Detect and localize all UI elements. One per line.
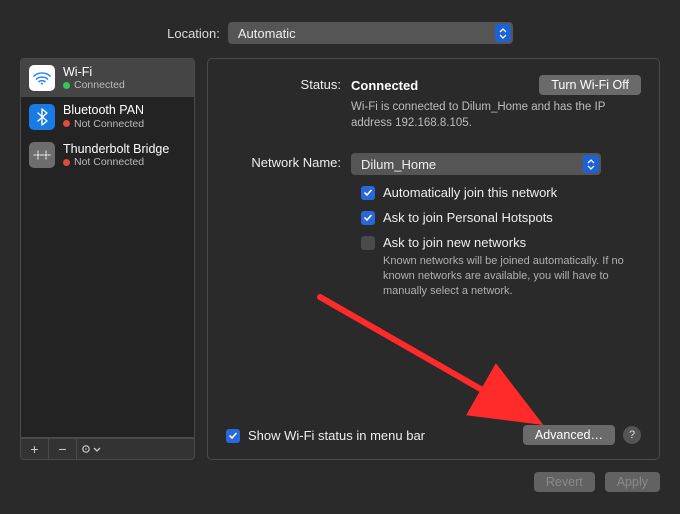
ask-hotspot-label: Ask to join Personal Hotspots	[383, 210, 553, 225]
ask-new-checkbox[interactable]	[361, 236, 375, 250]
interface-item-wifi[interactable]: Wi-Fi Connected	[21, 59, 194, 97]
status-value: Connected	[351, 78, 418, 93]
interface-list: Wi-Fi Connected Bluetooth PAN	[20, 58, 195, 438]
interface-status: Not Connected	[63, 118, 144, 130]
wifi-icon	[29, 65, 55, 91]
bluetooth-icon	[29, 104, 55, 130]
location-label: Location:	[167, 26, 220, 41]
ask-new-sub: Known networks will be joined automatica…	[383, 254, 633, 299]
interface-status: Connected	[63, 79, 125, 91]
location-value: Automatic	[238, 26, 296, 41]
interface-sidebar: Wi-Fi Connected Bluetooth PAN	[20, 58, 195, 460]
ask-new-label: Ask to join new networks	[383, 235, 633, 250]
status-dot-icon	[63, 120, 70, 127]
interface-status: Not Connected	[63, 156, 169, 168]
help-button[interactable]: ?	[623, 426, 641, 444]
updown-icon	[495, 24, 511, 42]
status-sub: Wi-Fi is connected to Dilum_Home and has…	[351, 100, 641, 131]
show-status-label: Show Wi-Fi status in menu bar	[248, 428, 425, 443]
location-dropdown[interactable]: Automatic	[228, 22, 513, 44]
status-label: Status:	[226, 75, 351, 92]
interface-name: Bluetooth PAN	[63, 103, 144, 117]
auto-join-checkbox[interactable]	[361, 186, 375, 200]
show-status-checkbox[interactable]	[226, 429, 240, 443]
remove-interface-button[interactable]: −	[49, 439, 77, 459]
interface-name: Thunderbolt Bridge	[63, 142, 169, 156]
apply-button[interactable]: Apply	[605, 472, 660, 492]
network-name-value: Dilum_Home	[361, 157, 436, 172]
ask-hotspot-checkbox[interactable]	[361, 211, 375, 225]
interface-actions-button[interactable]	[77, 439, 105, 459]
auto-join-row[interactable]: Automatically join this network	[226, 185, 641, 200]
revert-button[interactable]: Revert	[534, 472, 595, 492]
wifi-toggle-button[interactable]: Turn Wi-Fi Off	[539, 75, 641, 95]
add-interface-button[interactable]: +	[21, 439, 49, 459]
detail-panel: Status: Connected Turn Wi-Fi Off Wi-Fi i…	[207, 58, 660, 460]
interface-name: Wi-Fi	[63, 65, 125, 79]
network-name-label: Network Name:	[226, 153, 351, 170]
updown-icon	[583, 155, 599, 173]
status-dot-icon	[63, 82, 70, 89]
ask-new-row[interactable]: Ask to join new networks Known networks …	[226, 235, 641, 299]
interface-item-bluetooth[interactable]: Bluetooth PAN Not Connected	[21, 97, 194, 135]
sidebar-toolbar: + −	[20, 438, 195, 460]
interface-item-thunderbolt[interactable]: Thunderbolt Bridge Not Connected	[21, 136, 194, 174]
ask-hotspot-row[interactable]: Ask to join Personal Hotspots	[226, 210, 641, 225]
status-dot-icon	[63, 159, 70, 166]
thunderbolt-icon	[29, 142, 55, 168]
show-status-row[interactable]: Show Wi-Fi status in menu bar	[226, 428, 425, 443]
advanced-button[interactable]: Advanced…	[523, 425, 615, 445]
auto-join-label: Automatically join this network	[383, 185, 557, 200]
network-name-dropdown[interactable]: Dilum_Home	[351, 153, 601, 175]
